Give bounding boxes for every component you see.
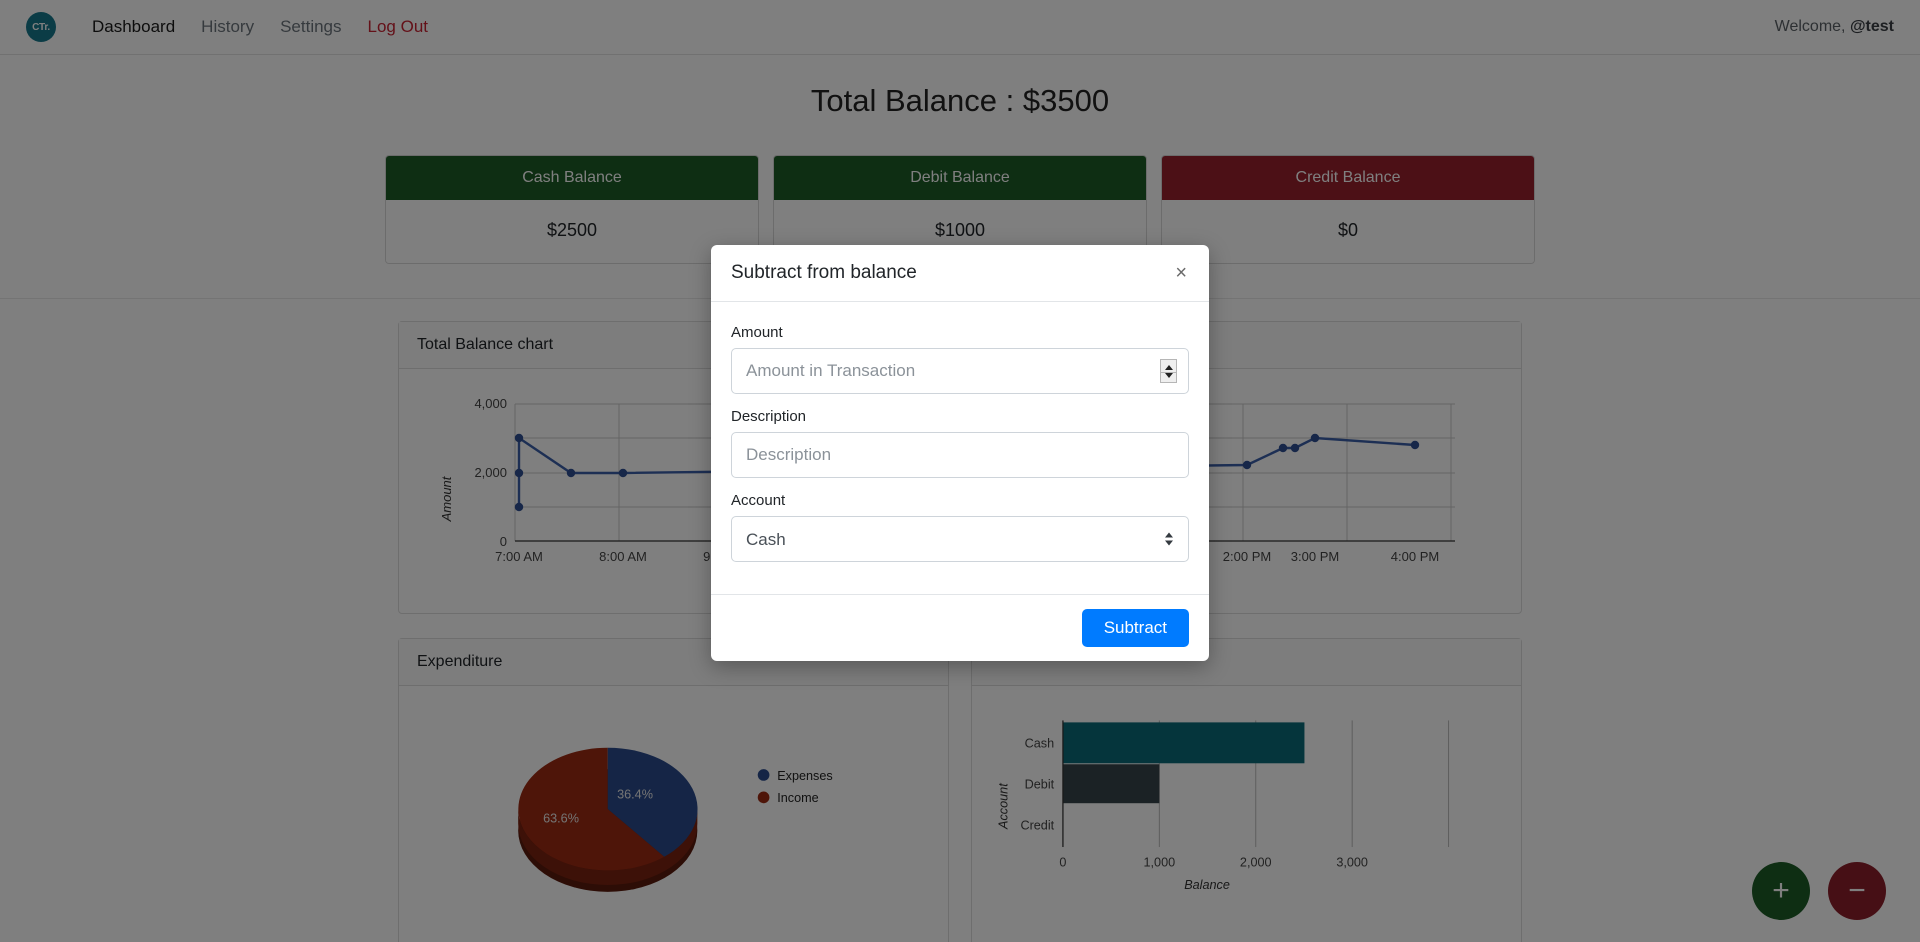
- description-input[interactable]: [731, 432, 1189, 478]
- modal-title: Subtract from balance: [731, 262, 917, 283]
- amount-input[interactable]: [731, 348, 1189, 394]
- account-select[interactable]: Cash Debit Credit: [731, 516, 1189, 562]
- amount-stepper[interactable]: [1160, 359, 1177, 383]
- amount-field-wrapper: [731, 348, 1189, 394]
- account-label: Account: [731, 492, 786, 509]
- account-field-wrapper: Cash Debit Credit: [731, 516, 1189, 562]
- stepper-down-icon[interactable]: [1164, 372, 1173, 378]
- modal-body: Amount Description Account Cash Debit Cr…: [711, 302, 1209, 594]
- subtract-balance-modal: Subtract from balance × Amount Descripti…: [711, 245, 1209, 661]
- description-label: Description: [731, 408, 807, 425]
- close-icon[interactable]: ×: [1173, 263, 1189, 283]
- modal-footer: Subtract: [711, 594, 1209, 661]
- subtract-submit-button[interactable]: Subtract: [1081, 609, 1189, 647]
- amount-label: Amount: [731, 324, 783, 341]
- stepper-up-icon[interactable]: [1164, 364, 1173, 370]
- description-field-wrapper: [731, 432, 1189, 478]
- modal-header: Subtract from balance ×: [711, 245, 1209, 302]
- dashboard-page: CTr. Dashboard History Settings Log Out …: [0, 0, 1920, 942]
